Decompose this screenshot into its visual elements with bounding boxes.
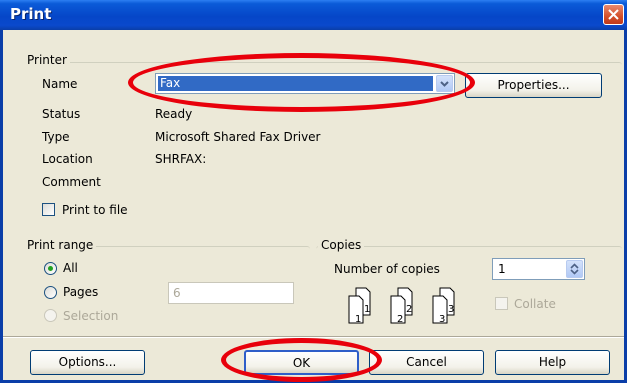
comment-label: Comment: [42, 175, 101, 189]
collate-checkbox[interactable]: [495, 297, 508, 310]
collate-back-number: 2: [406, 304, 412, 315]
type-value: Microsoft Shared Fax Driver: [155, 130, 321, 144]
close-icon: [608, 9, 619, 20]
window-title: Print: [10, 5, 52, 23]
printer-name-select[interactable]: Fax: [155, 73, 455, 94]
range-all-label[interactable]: All: [63, 261, 78, 275]
collate-pages-icon: 1 1 2 2 3 3: [348, 287, 455, 325]
collate-front-number: 3: [439, 314, 445, 325]
range-pages-radio[interactable]: [44, 286, 57, 299]
help-button[interactable]: Help: [495, 350, 610, 375]
collate-pages-group-1: 1 1: [348, 287, 371, 325]
status-value: Ready: [155, 107, 193, 121]
properties-button[interactable]: Properties...: [465, 73, 602, 98]
chevron-down-icon: [440, 81, 449, 87]
range-selection-label[interactable]: Selection: [63, 309, 118, 323]
printer-name-value: Fax: [158, 76, 433, 91]
copies-value: 1: [498, 262, 506, 276]
close-button[interactable]: [603, 4, 624, 25]
range-pages-label[interactable]: Pages: [63, 285, 98, 299]
collate-pages-group-2: 2 2: [390, 287, 413, 325]
location-label: Location: [42, 152, 93, 166]
cancel-button[interactable]: Cancel: [369, 350, 484, 375]
printer-group-label: Printer: [24, 53, 70, 67]
collate-front-number: 1: [355, 314, 361, 325]
pages-input[interactable]: 6: [168, 282, 294, 304]
type-label: Type: [42, 130, 70, 144]
spin-up-down-icon: [570, 263, 579, 275]
radio-selected-dot: [48, 266, 53, 271]
print-to-file-checkbox[interactable]: [42, 203, 55, 216]
collate-label[interactable]: Collate: [514, 297, 556, 311]
status-label: Status: [42, 107, 81, 121]
print-to-file-label[interactable]: Print to file: [62, 203, 128, 217]
number-of-copies-label: Number of copies: [334, 262, 440, 276]
location-value: SHRFAX:: [155, 152, 207, 166]
dropdown-arrow-button[interactable]: [436, 75, 453, 92]
collate-back-number: 3: [448, 304, 454, 315]
copies-label: Copies: [318, 238, 365, 252]
copies-spinner[interactable]: 1: [492, 258, 585, 280]
print-range-label: Print range: [24, 238, 97, 252]
button-separator: [3, 336, 624, 338]
collate-front-number: 2: [397, 314, 403, 325]
spin-buttons[interactable]: [566, 260, 583, 278]
range-all-radio[interactable]: [44, 262, 57, 275]
ok-button[interactable]: OK: [244, 350, 359, 375]
title-bar: Print: [0, 0, 627, 30]
collate-pages-group-3: 3 3: [432, 287, 455, 325]
range-selection-radio[interactable]: [44, 309, 57, 322]
name-label: Name: [42, 77, 78, 91]
collate-back-number: 1: [364, 304, 370, 315]
print-dialog: Print Printer Name Fax Properties... Sta…: [0, 0, 627, 383]
options-button[interactable]: Options...: [30, 350, 145, 375]
